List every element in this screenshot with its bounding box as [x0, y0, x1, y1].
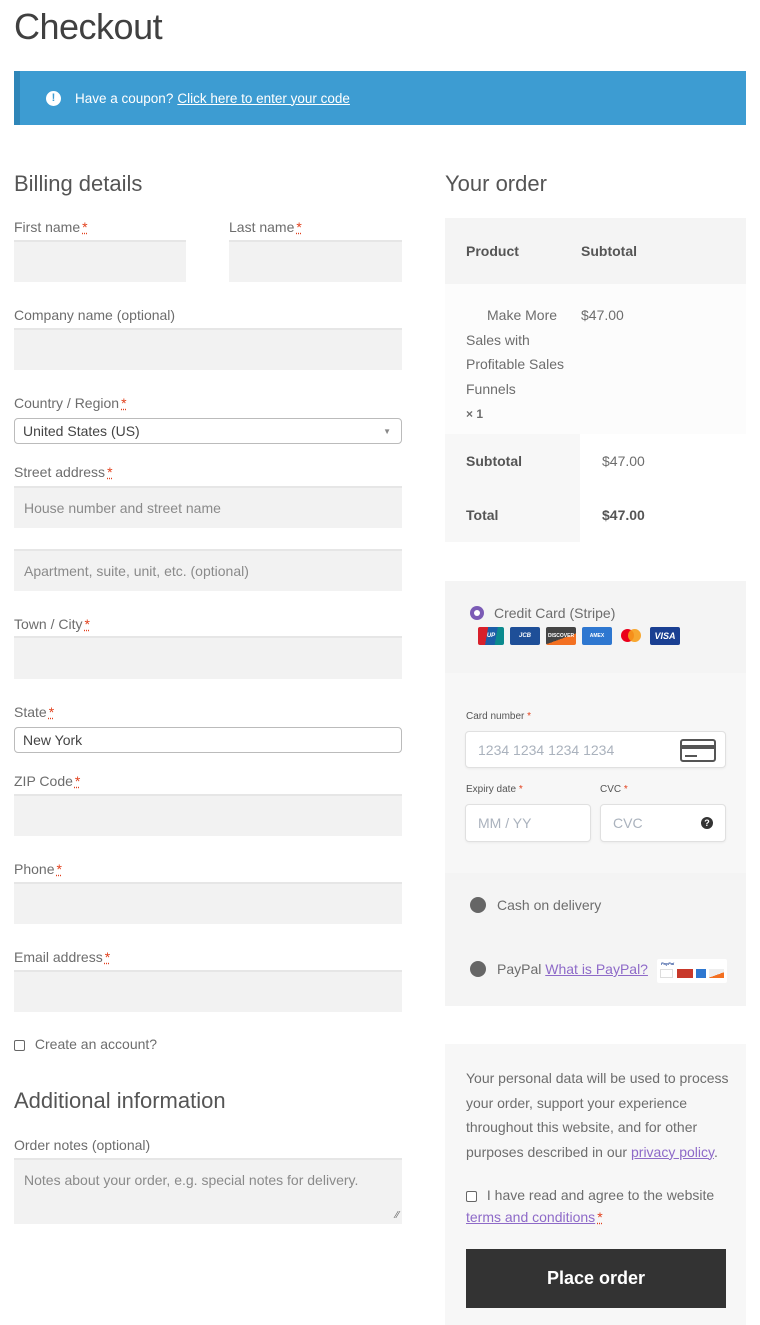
email-label: Email address *: [14, 949, 111, 965]
terms-link[interactable]: terms and conditions: [466, 1209, 595, 1225]
total-label: Total: [445, 488, 580, 542]
privacy-notice: Your personal data will be used to proce…: [466, 1070, 729, 1160]
create-account-checkbox[interactable]: [14, 1039, 25, 1051]
first-name-input[interactable]: [14, 240, 186, 282]
email-input[interactable]: [14, 970, 402, 1012]
cvc-label: CVC *: [600, 784, 628, 795]
credit-card-icon: [680, 739, 716, 762]
state-input[interactable]: New York: [14, 727, 402, 753]
phone-input[interactable]: [14, 882, 402, 924]
subtotal-row: Subtotal $47.00: [445, 434, 746, 488]
stripe-card-form: Card number * 1234 1234 1234 1234 Expiry…: [445, 673, 746, 873]
visa-icon: VISA: [650, 627, 680, 645]
state-value: New York: [23, 732, 83, 748]
zip-input[interactable]: [14, 794, 402, 836]
paypal-logos-icon: PayPal: [657, 959, 727, 983]
order-table: Product Subtotal Make More Sales with Pr…: [445, 218, 746, 542]
payment-method-cod[interactable]: Cash on delivery: [470, 897, 601, 913]
create-account-label: Create an account?: [34, 1036, 158, 1052]
visa-mini-icon: [660, 969, 673, 978]
unionpay-icon: UP: [478, 627, 504, 645]
amex-icon: AMEX: [582, 627, 612, 645]
additional-info-title: Additional information: [14, 1088, 226, 1113]
order-table-header: Product Subtotal: [445, 218, 746, 284]
chevron-down-icon: ▼: [383, 426, 391, 436]
page-title: Checkout: [14, 6, 163, 47]
zip-label: ZIP Code *: [14, 773, 81, 789]
company-input[interactable]: [14, 328, 402, 370]
radio-unselected-icon[interactable]: [470, 961, 486, 977]
subtotal-header: Subtotal: [581, 243, 637, 259]
billing-title: Billing details: [14, 171, 143, 196]
order-title: Your order: [445, 171, 547, 196]
amex-mini-icon: [696, 969, 706, 978]
terms-section: Your personal data will be used to proce…: [445, 1044, 746, 1325]
order-item-row: Make More Sales with Profitable Sales Fu…: [445, 284, 746, 434]
order-notes-textarea[interactable]: Notes about your order, e.g. special not…: [14, 1158, 402, 1224]
phone-label: Phone *: [14, 861, 62, 877]
terms-checkbox[interactable]: [466, 1190, 477, 1202]
street-label: Street address *: [14, 464, 113, 480]
paypal-label: PayPal: [497, 961, 542, 977]
order-item-qty: × 1: [466, 407, 484, 421]
card-brand-logos: UP JCB DISCOVER AMEX VISA: [478, 627, 680, 645]
terms-agree-text: I have read and agree to the website: [486, 1187, 715, 1203]
subtotal-value: $47.00: [602, 453, 645, 469]
expiry-placeholder: MM / YY: [478, 815, 532, 831]
terms-agree-row[interactable]: I have read and agree to the website ter…: [466, 1184, 736, 1228]
mastercard-icon: [618, 627, 644, 645]
discover-mini-icon: [709, 969, 724, 978]
state-label: State *: [14, 704, 55, 720]
payment-method-stripe[interactable]: Credit Card (Stripe): [470, 605, 615, 621]
coupon-text: Have a coupon?: [75, 90, 174, 106]
street-placeholder: House number and street name: [24, 500, 221, 516]
last-name-input[interactable]: [229, 240, 402, 282]
country-label: Country / Region *: [14, 395, 127, 411]
product-header: Product: [466, 243, 519, 259]
order-notes-label: Order notes (optional): [14, 1137, 151, 1153]
order-item-name: Make More Sales with Profitable Sales Fu…: [466, 307, 565, 421]
coupon-notice: ! Have a coupon? Click here to enter you…: [14, 71, 746, 125]
stripe-label: Credit Card (Stripe): [494, 605, 616, 621]
street-address-input[interactable]: House number and street name: [14, 486, 402, 528]
order-notes-placeholder: Notes about your order, e.g. special not…: [24, 1172, 359, 1188]
subtotal-label: Subtotal: [445, 434, 580, 488]
radio-unselected-icon[interactable]: [470, 897, 486, 913]
card-number-label: Card number *: [466, 711, 532, 722]
total-value: $47.00: [602, 507, 645, 523]
info-icon: !: [46, 90, 61, 106]
cvc-placeholder: CVC: [613, 815, 643, 831]
country-select[interactable]: United States (US) ▼: [14, 418, 402, 444]
country-value: United States (US): [23, 423, 140, 439]
resize-handle-icon[interactable]: ⁄⁄: [396, 1210, 399, 1221]
expiry-label: Expiry date *: [466, 784, 523, 795]
cvc-input[interactable]: CVC ?: [600, 804, 726, 842]
payment-methods: Credit Card (Stripe) UP JCB DISCOVER AME…: [445, 581, 746, 1006]
payment-method-paypal[interactable]: PayPal What is PayPal?: [470, 961, 648, 977]
place-order-button[interactable]: Place order: [466, 1249, 726, 1308]
discover-icon: DISCOVER: [546, 627, 576, 645]
privacy-policy-link[interactable]: privacy policy: [631, 1144, 714, 1160]
last-name-label: Last name *: [229, 219, 302, 235]
card-number-input[interactable]: 1234 1234 1234 1234: [465, 731, 726, 768]
card-number-placeholder: 1234 1234 1234 1234: [478, 741, 615, 758]
expiry-input[interactable]: MM / YY: [465, 804, 591, 842]
jcb-icon: JCB: [510, 627, 540, 645]
city-input[interactable]: [14, 636, 402, 679]
mastercard-mini-icon: [677, 969, 693, 978]
paypal-logo-text: PayPal: [661, 961, 675, 966]
help-icon[interactable]: ?: [701, 817, 713, 829]
first-name-label: First name *: [14, 219, 88, 235]
cod-label: Cash on delivery: [497, 897, 602, 913]
radio-selected-icon[interactable]: [470, 606, 484, 620]
street2-placeholder: Apartment, suite, unit, etc. (optional): [24, 563, 249, 579]
city-label: Town / City *: [14, 616, 90, 632]
create-account-row[interactable]: Create an account?: [14, 1036, 157, 1052]
total-row: Total $47.00: [445, 488, 746, 542]
what-is-paypal-link[interactable]: What is PayPal?: [545, 961, 648, 977]
order-item-price: $47.00: [581, 307, 624, 323]
street-address-2-input[interactable]: Apartment, suite, unit, etc. (optional): [14, 549, 402, 591]
coupon-link[interactable]: Click here to enter your code: [177, 91, 350, 106]
company-label: Company name (optional): [14, 307, 176, 323]
